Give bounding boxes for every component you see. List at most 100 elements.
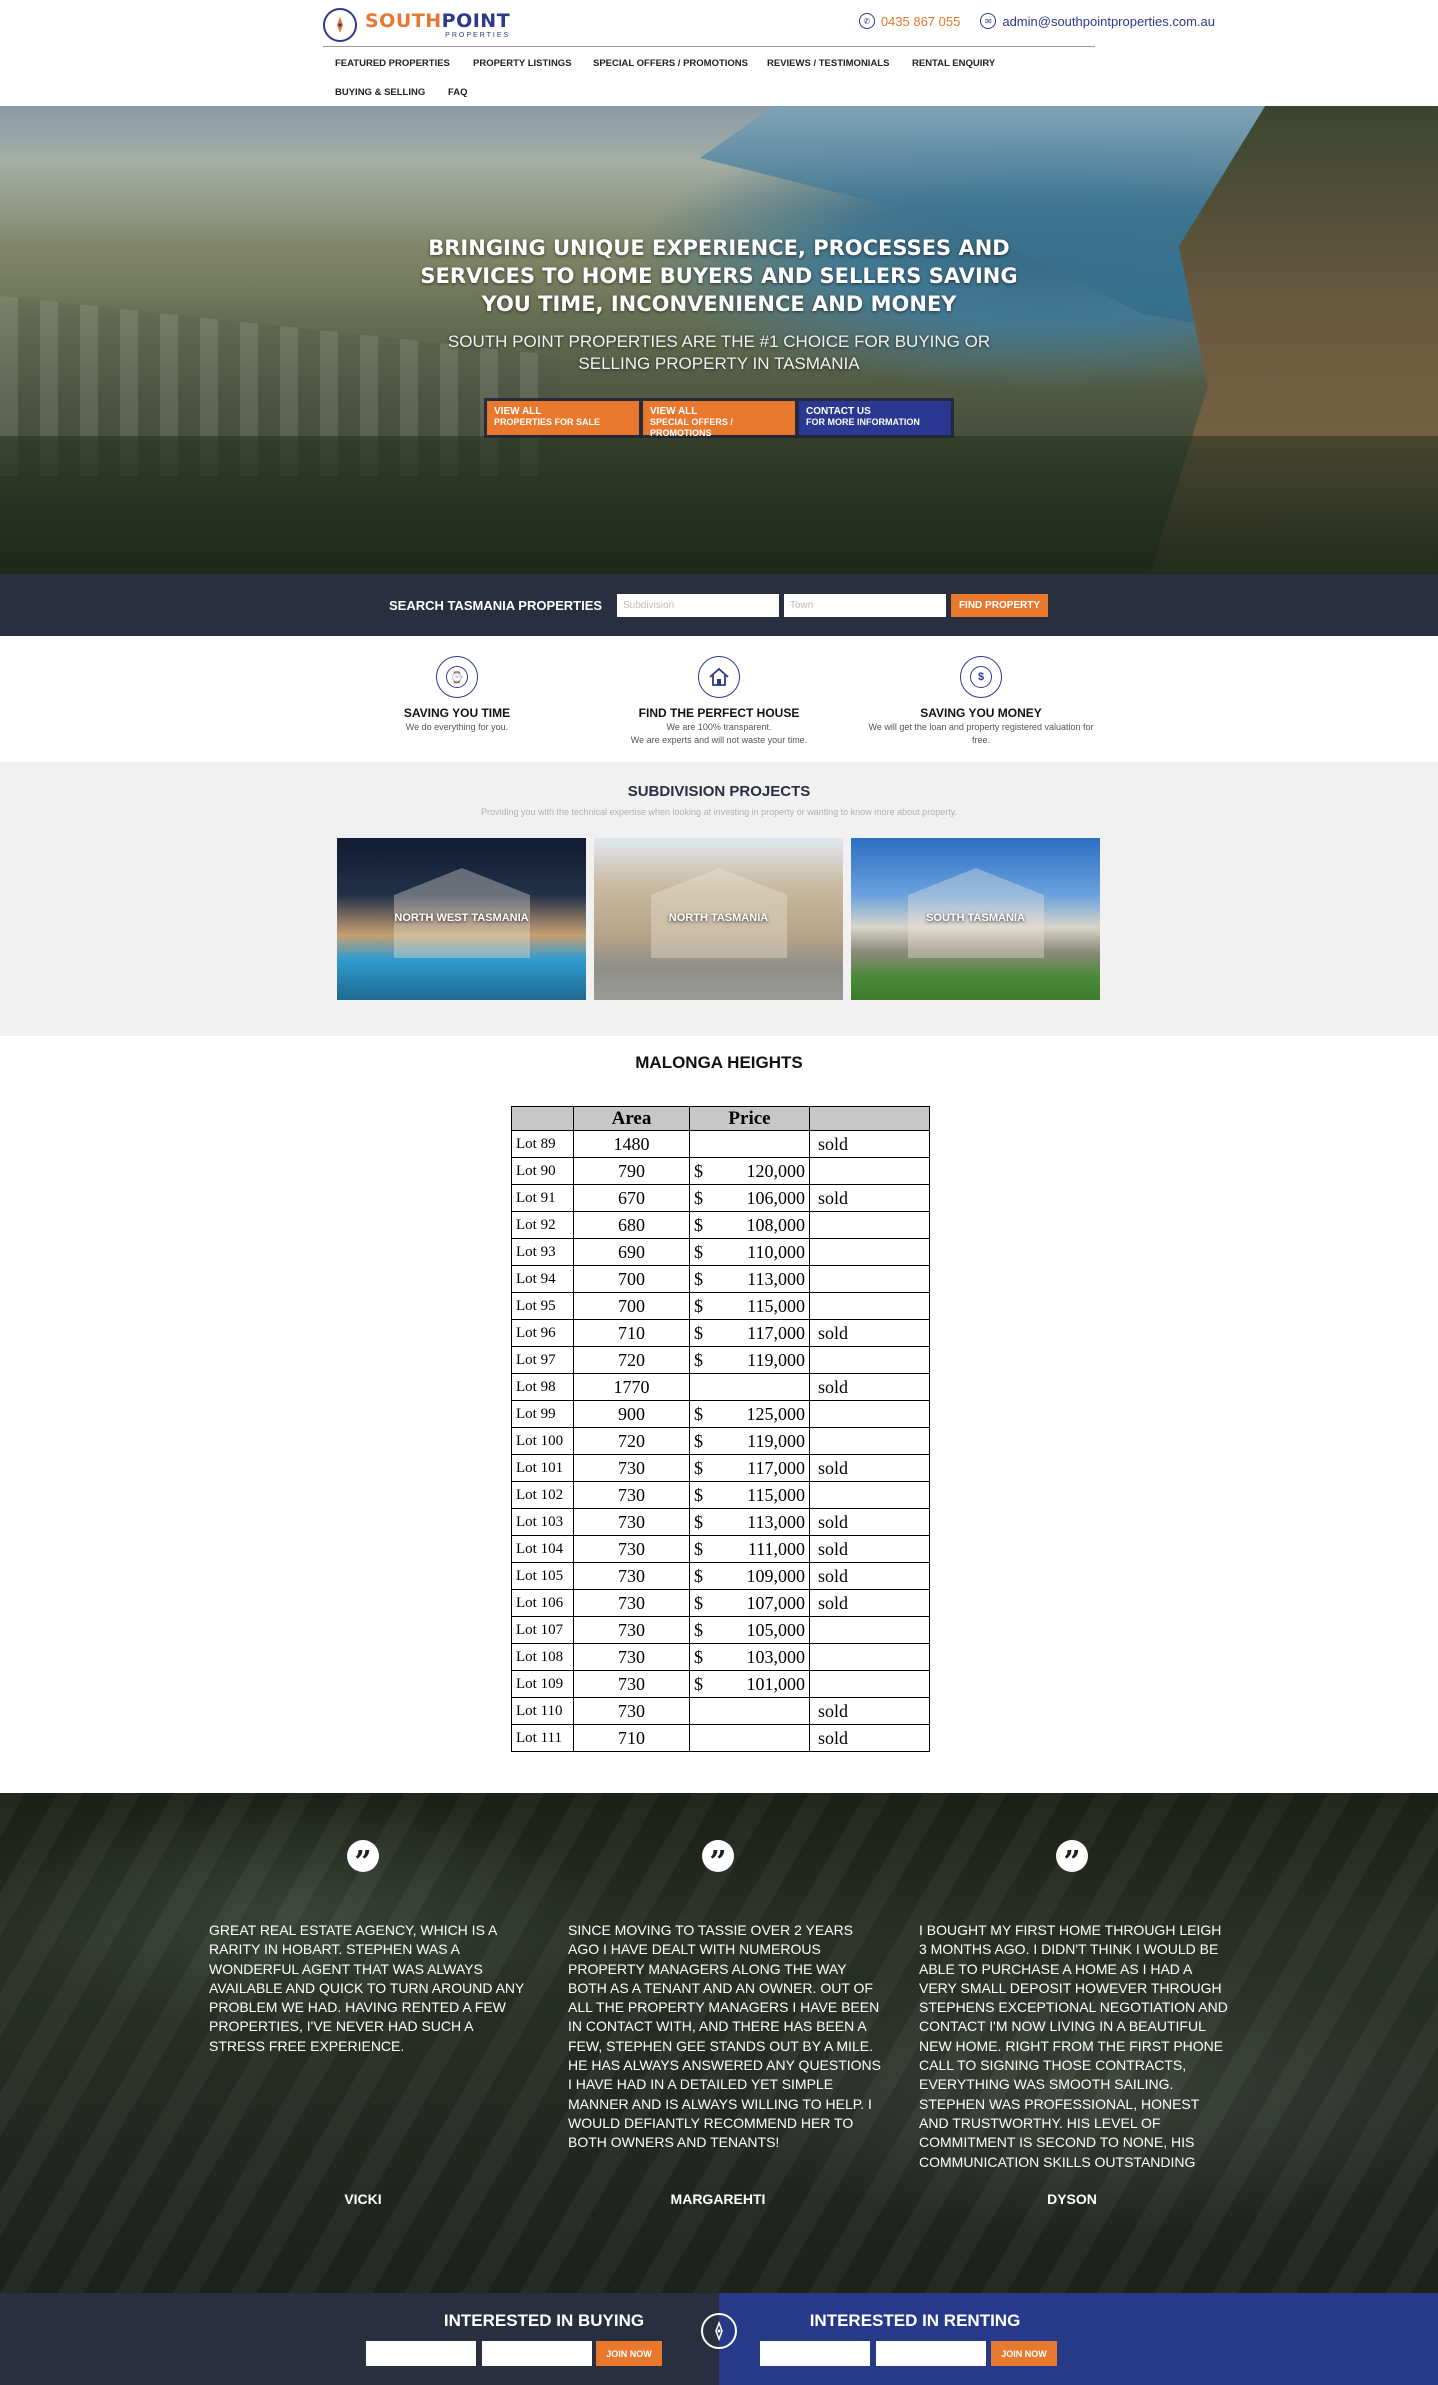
hero-button-group: VIEW ALL PROPERTIES FOR SALE VIEW ALL SP… xyxy=(484,398,954,438)
currency-symbol: $ xyxy=(694,1241,703,1262)
logo[interactable]: SOUTHPOINT PROPERTIES xyxy=(323,8,510,42)
table-row: Lot 94 700 $113,000 xyxy=(511,1265,930,1293)
lot-cell: Lot 106 xyxy=(511,1589,574,1617)
area-cell: 730 xyxy=(573,1508,690,1536)
lot-cell: Lot 110 xyxy=(511,1697,574,1725)
lot-cell: Lot 97 xyxy=(511,1346,574,1374)
testimonials-section: ” ” ” GREAT REAL ESTATE AGENCY, WHICH IS… xyxy=(0,1793,1438,2293)
area-cell: 730 xyxy=(573,1589,690,1617)
status-cell xyxy=(809,1616,930,1644)
currency-symbol: $ xyxy=(694,1673,703,1694)
find-property-button[interactable]: FIND PROPERTY xyxy=(951,594,1048,617)
renting-title: INTERESTED IN RENTING xyxy=(809,2311,1021,2330)
nav-buying-selling[interactable]: BUYING & SELLING xyxy=(335,87,425,98)
buying-name-input[interactable] xyxy=(366,2341,476,2366)
area-cell: 730 xyxy=(573,1454,690,1482)
currency-symbol: $ xyxy=(694,1430,703,1451)
lot-cell: Lot 103 xyxy=(511,1508,574,1536)
card-south-tasmania[interactable]: SOUTH TASMANIA xyxy=(851,838,1100,1000)
currency-symbol: $ xyxy=(694,1484,703,1505)
currency-symbol: $ xyxy=(694,1511,703,1532)
area-cell: 730 xyxy=(573,1535,690,1563)
testimonial-text: SINCE MOVING TO TASSIE OVER 2 YEARS AGO … xyxy=(568,1922,882,2151)
price-amount: 103,000 xyxy=(746,1646,806,1667)
feature-saving-time: ⌚ SAVING YOU TIME We do everything for y… xyxy=(327,656,587,734)
table-row: Lot 104 730 $111,000 sold xyxy=(511,1535,930,1563)
area-cell: 700 xyxy=(573,1292,690,1320)
lot-cell: Lot 105 xyxy=(511,1562,574,1590)
table-row: Lot 90 790 $120,000 xyxy=(511,1157,930,1185)
feature-saving-money: $ SAVING YOU MONEY We will get the loan … xyxy=(851,656,1111,746)
currency-symbol: $ xyxy=(694,1646,703,1667)
table-row: Lot 91 670 $106,000 sold xyxy=(511,1184,930,1212)
price-amount: 113,000 xyxy=(747,1511,805,1532)
logo-south: SOUTH xyxy=(365,9,442,32)
table-row: Lot 111 710 sold xyxy=(511,1724,930,1752)
area-cell: 730 xyxy=(573,1616,690,1644)
lot-cell: Lot 92 xyxy=(511,1211,574,1239)
nav-faq[interactable]: FAQ xyxy=(448,87,468,98)
nav-property-listings[interactable]: PROPERTY LISTINGS xyxy=(473,58,572,69)
status-cell xyxy=(809,1346,930,1374)
price-cell: $108,000 xyxy=(689,1211,810,1239)
area-cell: 670 xyxy=(573,1184,690,1212)
hero-foreground xyxy=(0,436,1438,574)
view-special-offers-button[interactable]: VIEW ALL SPECIAL OFFERS / PROMOTIONS xyxy=(643,401,795,438)
table-row: Lot 101 730 $117,000 sold xyxy=(511,1454,930,1482)
renting-name-input[interactable] xyxy=(760,2341,870,2366)
area-cell: 700 xyxy=(573,1265,690,1293)
town-input[interactable] xyxy=(784,594,946,617)
phone-link[interactable]: 0435 867 055 xyxy=(881,14,961,29)
table-row: Lot 110 730 sold xyxy=(511,1697,930,1725)
status-cell: sold xyxy=(809,1130,930,1158)
price-cell xyxy=(689,1373,810,1401)
status-cell xyxy=(809,1265,930,1293)
money-icon: $ xyxy=(960,656,1002,698)
renting-email-input[interactable] xyxy=(876,2341,986,2366)
lot-cell: Lot 90 xyxy=(511,1157,574,1185)
hero-banner: BRINGING UNIQUE EXPERIENCE, PROCESSES AN… xyxy=(0,106,1438,574)
status-cell: sold xyxy=(809,1589,930,1617)
renting-signup: INTERESTED IN RENTING JOIN NOW xyxy=(719,2293,1438,2385)
renting-join-button[interactable]: JOIN NOW xyxy=(991,2341,1057,2366)
buying-join-button[interactable]: JOIN NOW xyxy=(596,2341,662,2366)
contact-us-button[interactable]: CONTACT US FOR MORE INFORMATION xyxy=(799,401,951,435)
quote-icon: ” xyxy=(347,1840,379,1880)
currency-symbol: $ xyxy=(694,1538,703,1559)
nav-special-offers[interactable]: SPECIAL OFFERS / PROMOTIONS xyxy=(593,58,748,69)
price-amount: 115,000 xyxy=(747,1484,805,1505)
status-cell: sold xyxy=(809,1697,930,1725)
card-north-tasmania[interactable]: NORTH TASMANIA xyxy=(594,838,843,1000)
price-amount: 108,000 xyxy=(746,1214,806,1235)
nav-featured-properties[interactable]: FEATURED PROPERTIES xyxy=(335,58,450,69)
table-row: Lot 99 900 $125,000 xyxy=(511,1400,930,1428)
status-cell xyxy=(809,1427,930,1455)
price-cell: $105,000 xyxy=(689,1616,810,1644)
view-properties-for-sale-button[interactable]: VIEW ALL PROPERTIES FOR SALE xyxy=(487,401,639,435)
area-cell: 710 xyxy=(573,1319,690,1347)
area-cell: 710 xyxy=(573,1724,690,1752)
search-label: SEARCH TASMANIA PROPERTIES xyxy=(389,598,603,613)
buying-signup: INTERESTED IN BUYING JOIN NOW xyxy=(0,2293,719,2385)
nav-reviews[interactable]: REVIEWS / TESTIMONIALS xyxy=(767,58,889,69)
compass-icon xyxy=(701,2313,737,2349)
card-north-west-tasmania[interactable]: NORTH WEST TASMANIA xyxy=(337,838,586,1000)
price-amount: 101,000 xyxy=(746,1673,806,1694)
subdivision-input[interactable] xyxy=(617,594,779,617)
nav-rental-enquiry[interactable]: RENTAL ENQUIRY xyxy=(912,58,995,69)
quote-icon: ” xyxy=(1056,1840,1088,1880)
currency-symbol: $ xyxy=(694,1268,703,1289)
phone-icon: ✆ xyxy=(858,13,875,29)
price-cell: $110,000 xyxy=(689,1238,810,1266)
lot-cell: Lot 99 xyxy=(511,1400,574,1428)
price-cell: $119,000 xyxy=(689,1346,810,1374)
price-amount: 119,000 xyxy=(747,1430,805,1451)
email-link[interactable]: admin@southpointproperties.com.au xyxy=(1002,14,1215,29)
currency-symbol: $ xyxy=(694,1160,703,1181)
buying-email-input[interactable] xyxy=(482,2341,592,2366)
currency-symbol: $ xyxy=(694,1457,703,1478)
price-amount: 111,000 xyxy=(747,1538,805,1559)
lot-cell: Lot 95 xyxy=(511,1292,574,1320)
status-cell: sold xyxy=(809,1319,930,1347)
area-cell: 720 xyxy=(573,1427,690,1455)
